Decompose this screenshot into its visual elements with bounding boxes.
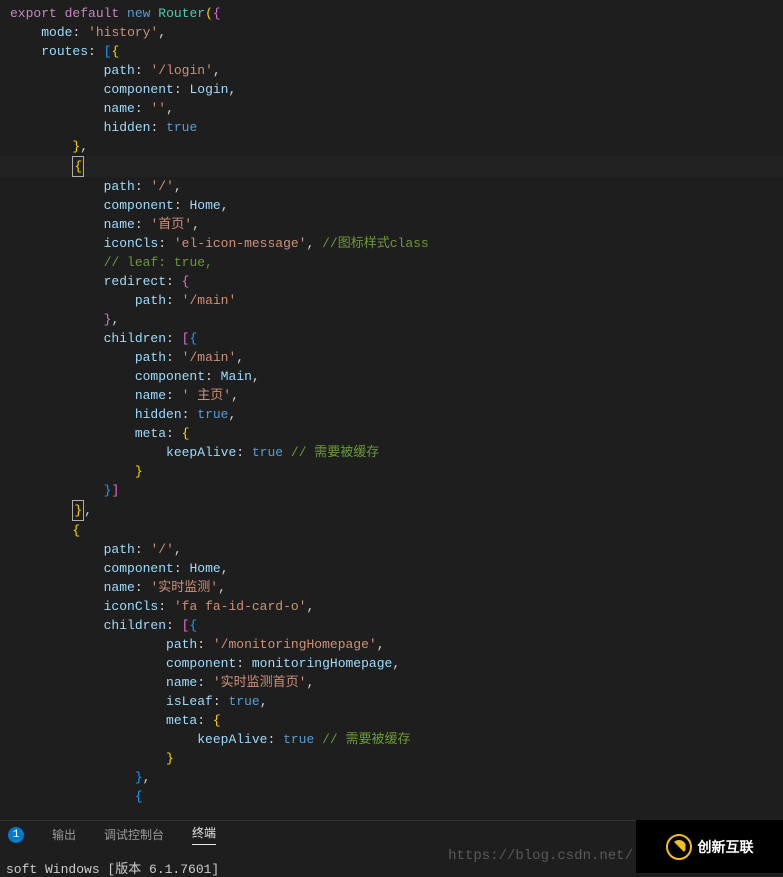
terminal-output[interactable]: soft Windows [版本 6.1.7601] — [0, 858, 219, 877]
brand-logo-icon — [666, 834, 692, 860]
watermark-url: https://blog.csdn.net/ — [448, 848, 633, 864]
tab-debug-console[interactable]: 调试控制台 — [104, 826, 164, 843]
brand-logo: 创新互联 — [636, 820, 783, 873]
code-editor[interactable]: export default new Router({ mode: 'histo… — [0, 0, 783, 810]
brand-logo-text: 创新互联 — [698, 837, 754, 857]
cursor: { — [72, 156, 84, 177]
problems-badge[interactable]: 1 — [8, 827, 24, 843]
tab-terminal[interactable]: 终端 — [192, 824, 216, 845]
tab-output[interactable]: 输出 — [52, 826, 76, 843]
